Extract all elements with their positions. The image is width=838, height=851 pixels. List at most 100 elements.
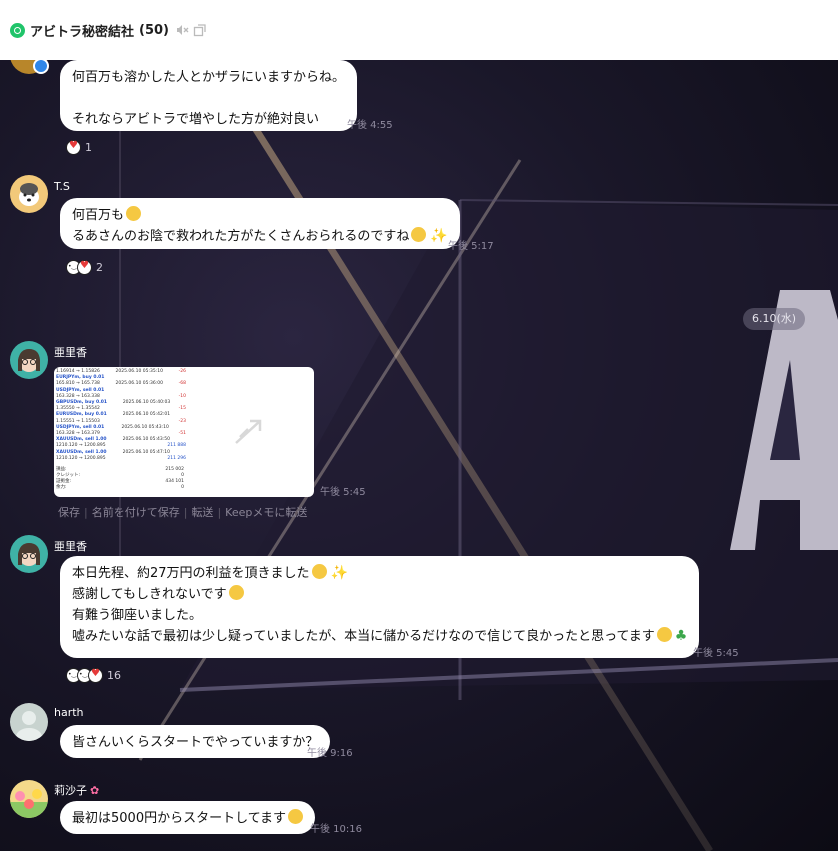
message-text	[72, 88, 345, 109]
crying-emoji-icon	[228, 585, 244, 600]
separator: |	[84, 506, 88, 519]
message-bubble[interactable]: 最初は5000円からスタートしてます	[60, 801, 316, 834]
message-bubble[interactable]: 何百万も溶かした人とかザラにいますからね。 それならアビトラで増やした方が絶対良…	[60, 60, 358, 131]
girl-avatar-icon	[18, 349, 40, 372]
message-line: 本日先程、約27万円の利益を頂きました ✨	[72, 563, 687, 584]
image-message[interactable]: 1.16914 → 1.15826 2025.06.10 05:35:10 -26 E…	[54, 367, 314, 497]
screenshot-cell: -68	[178, 381, 186, 387]
message-line: 何百万も	[72, 205, 448, 226]
chat-area[interactable]: 何百万も溶かした人とかザラにいますからね。 それならアビトラで増やした方が絶対良…	[0, 60, 838, 851]
message-text: 嘘みたいな話で最初は少し疑っていましたが、本当に儲かるだけなので信じて良かったと…	[72, 629, 655, 644]
message-time: 午後 4:55	[347, 120, 393, 131]
keep-memo-link[interactable]: Keepメモに転送	[225, 506, 307, 519]
chat-header: アビトラ秘密結社 (50)	[0, 0, 838, 60]
message-line: 感謝してもしきれないです	[72, 584, 687, 605]
chat-title[interactable]: アビトラ秘密結社	[30, 21, 134, 40]
reactions[interactable]: 2	[66, 258, 103, 276]
screenshot-cell: 211 888	[167, 443, 186, 449]
message-time: 午後 10:16	[310, 824, 362, 835]
avatar[interactable]	[10, 175, 48, 213]
member-count[interactable]: (50)	[139, 23, 169, 38]
message-line: るあさんのお陰で救われた方がたくさんおられるのですね ✨	[72, 226, 448, 247]
screenshot-cell: 1210.120 → 1200.895	[56, 455, 106, 461]
smiling-emoji-icon	[288, 809, 304, 824]
reactions[interactable]: 1	[66, 138, 92, 156]
save-link[interactable]: 保存	[58, 506, 80, 519]
reactions[interactable]: 16	[66, 666, 121, 684]
date-separator: 6.10(水)	[743, 308, 805, 330]
image-actions: 保存 | 名前を付けて保存 | 転送 | Keepメモに転送	[58, 504, 307, 520]
screenshot-row: 1210.120 → 1200.895 211 296	[56, 456, 186, 462]
heart-reaction-icon	[66, 139, 81, 155]
heart-reaction-icon	[88, 667, 103, 683]
avatar[interactable]	[10, 341, 48, 379]
smiling-emoji-icon	[656, 627, 672, 642]
share-arrow-icon[interactable]	[230, 413, 268, 451]
avatar[interactable]	[10, 703, 48, 741]
message-text: 皆さんいくらスタートでやっていますか？	[72, 735, 319, 750]
clover-icon: ♣	[674, 628, 688, 644]
message-text: 何百万も溶かした人とかザラにいますからね。	[72, 70, 346, 85]
sender-name: 莉沙子	[54, 784, 87, 797]
screenshot-cell: 0	[181, 485, 184, 490]
dog-avatar-icon	[19, 183, 39, 206]
screenshot-cell: -15	[178, 406, 186, 412]
screenshot-cell: -26	[178, 369, 186, 374]
chat-room-icon	[10, 22, 25, 38]
sender-name-line: 莉沙子 ✿	[54, 782, 99, 798]
avatar[interactable]	[10, 780, 48, 818]
message-time: 午後 5:45	[693, 648, 739, 659]
separator: |	[183, 506, 188, 519]
reaction-count: 1	[85, 140, 92, 154]
screenshot-cell: 2025.06.10 05:36:00	[115, 381, 163, 387]
save-as-link[interactable]: 名前を付けて保存	[92, 506, 180, 519]
sparkles-icon: ✨	[430, 228, 448, 244]
avatar[interactable]	[10, 535, 48, 573]
flushed-emoji-icon	[311, 564, 327, 579]
screenshot-cell: -51	[178, 431, 186, 437]
screenshot-summary: 損益: 215 002 クレジット: 0 証拠金: 434 101 余力: 0	[56, 467, 184, 491]
pleading-emoji-icon	[411, 227, 427, 242]
screenshot-cell: 2025.06.10 05:40:03	[122, 400, 171, 406]
screenshot-cell: 2025.06.10 05:43:50	[122, 437, 170, 443]
popout-icon[interactable]	[193, 23, 207, 37]
message-time: 午後 9:16	[307, 748, 353, 759]
flower-avatar-icon	[10, 789, 48, 818]
screenshot-cell: 2025.06.10 05:35:10	[115, 369, 163, 374]
message-text: それならアビトラで増やした方が絶対良い	[72, 112, 320, 127]
screenshot-cell: 2025.06.10 05:42:01	[122, 412, 171, 418]
reaction-count: 2	[96, 260, 103, 274]
message-text: 何百万も	[72, 208, 125, 223]
message-bubble[interactable]: 何百万も るあさんのお陰で救われた方がたくさんおられるのですね ✨	[60, 198, 460, 249]
screenshot-cell: 余力:	[56, 485, 67, 490]
screenshot-cell: -23	[178, 418, 186, 424]
screenshot-summary-row: 余力: 0	[56, 485, 184, 491]
mute-icon[interactable]	[175, 23, 189, 37]
default-user-icon	[16, 711, 42, 741]
screenshot-cell: 211 296	[167, 455, 186, 461]
message-text: 最初は5000円からスタートしてます	[72, 811, 287, 826]
message-text: 有難う御座いました。	[72, 608, 203, 623]
screenshot-cell: -10	[178, 393, 186, 399]
message-line: 最初は5000円からスタートしてます	[72, 808, 304, 829]
screenshot-content: 1.16914 → 1.15826 2025.06.10 05:35:10 -26 E…	[56, 369, 186, 462]
screenshot-cell: 2025.06.10 05:43:10	[121, 424, 169, 430]
message-text: 感謝してもしきれないです	[72, 587, 227, 602]
message-text: るあさんのお陰で救われた方がたくさんおられるのですね	[72, 229, 410, 244]
message-text: 本日先程、約27万円の利益を頂きました	[72, 566, 310, 581]
flushed-emoji-icon	[126, 206, 142, 221]
tulip-icon: ✿	[90, 784, 100, 797]
message-time: 午後 5:45	[320, 487, 366, 498]
heart-reaction-icon	[77, 259, 92, 275]
sender-name: T.S	[54, 180, 70, 193]
girl-avatar-icon	[18, 543, 40, 566]
sender-name: 亜里香	[54, 346, 87, 359]
message-time: 午後 5:17	[448, 241, 494, 252]
message-bubble[interactable]: 本日先程、約27万円の利益を頂きました ✨ 感謝してもしきれないです 有難う御座い…	[60, 556, 700, 658]
message-line: 嘘みたいな話で最初は少し疑っていましたが、本当に儲かるだけなので信じて良かったと…	[72, 626, 687, 647]
forward-link[interactable]: 転送	[191, 506, 213, 519]
separator: |	[217, 506, 222, 519]
reaction-count: 16	[107, 668, 121, 682]
sender-name: harth	[54, 706, 84, 719]
message-bubble[interactable]: 皆さんいくらスタートでやっていますか？	[60, 725, 331, 758]
